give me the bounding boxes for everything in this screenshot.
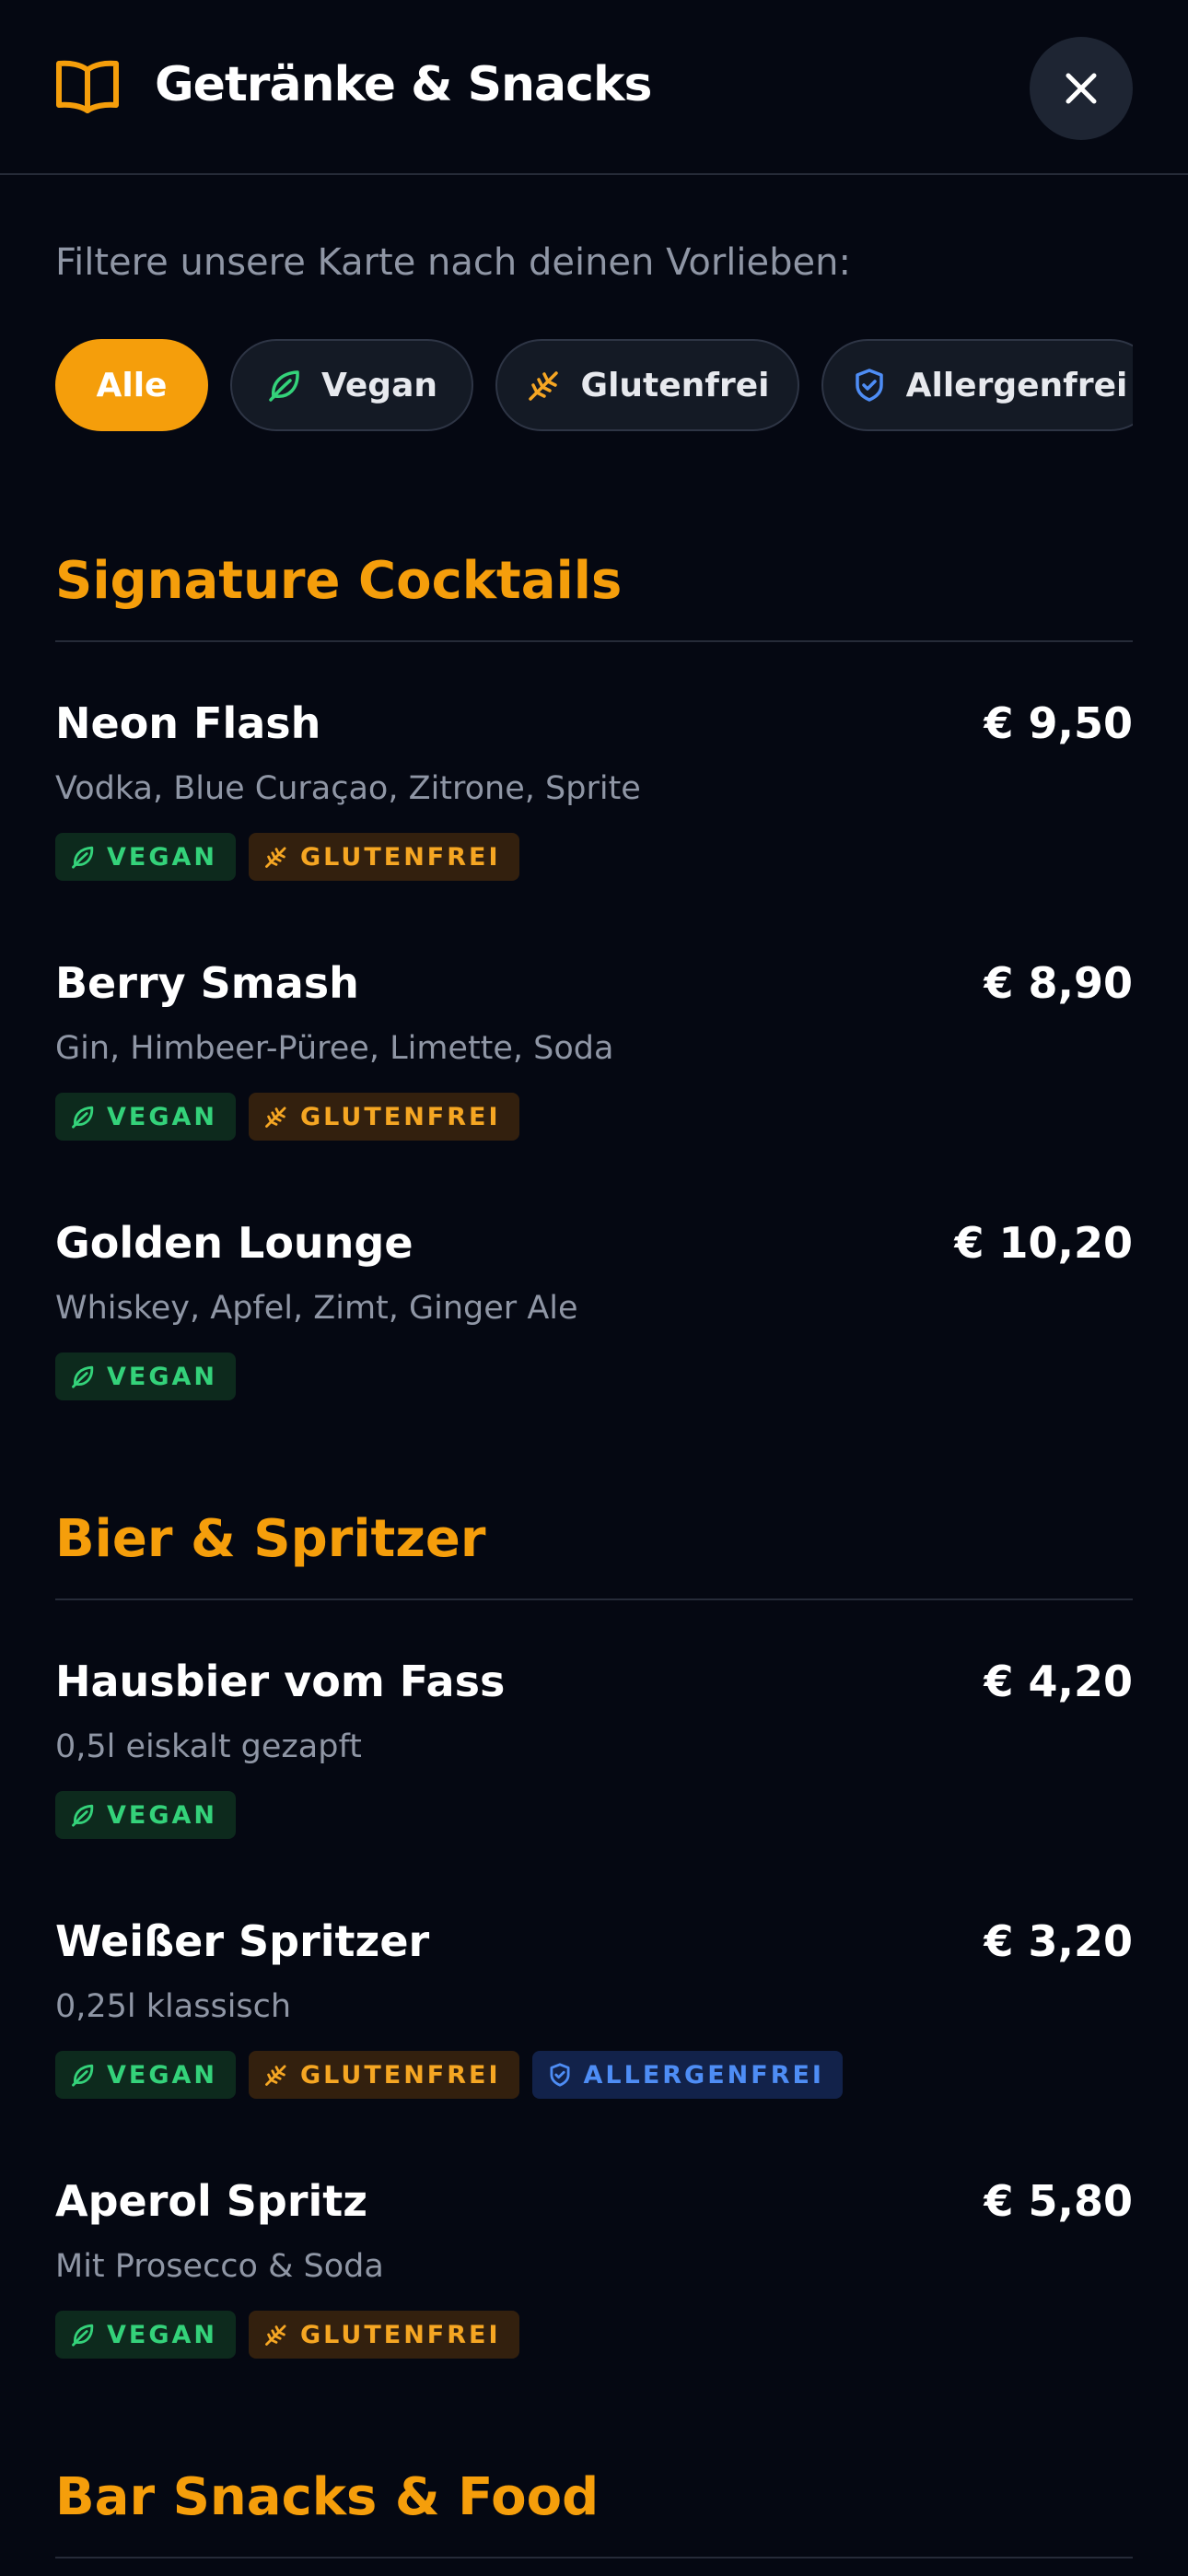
tag-label: GLUTENFREI	[300, 1102, 501, 1131]
item-name: Golden Lounge	[55, 1218, 413, 1268]
item-tags: VEGAN	[55, 1791, 236, 1839]
item-price: € 9,50	[984, 698, 1133, 748]
item-name: Weißer Spritzer	[55, 1916, 430, 1966]
glutenfree-tag: GLUTENFREI	[249, 833, 519, 881]
header: Getränke & Snacks	[0, 0, 1188, 175]
leaf-icon	[72, 846, 94, 869]
tag-label: VEGAN	[107, 2060, 217, 2090]
filter-chip-vegan[interactable]: Vegan	[230, 339, 473, 431]
filter-chip-allergenfrei[interactable]: Allergenfrei	[821, 339, 1133, 431]
wheat-icon	[265, 847, 286, 868]
filter-chips: Alle Vegan Glutenfrei Allergenfrei	[55, 339, 1133, 431]
item-price: € 5,80	[984, 2176, 1133, 2226]
shield-icon	[855, 369, 883, 402]
tag-label: VEGAN	[107, 1362, 217, 1391]
vegan-tag: VEGAN	[55, 833, 236, 881]
section-divider	[55, 2557, 1133, 2558]
leaf-icon	[72, 1106, 94, 1129]
item-description: Mit Prosecco & Soda	[55, 2248, 384, 2285]
item-description: Whiskey, Apfel, Zimt, Ginger Ale	[55, 1290, 578, 1327]
leaf-icon	[269, 370, 299, 402]
wheat-icon	[265, 2324, 286, 2346]
item-name: Neon Flash	[55, 698, 321, 748]
item-tags: VEGAN GLUTENFREI	[55, 833, 519, 881]
leaf-icon	[72, 2064, 94, 2087]
book-open-icon	[56, 60, 119, 113]
item-tags: VEGAN GLUTENFREI	[55, 2311, 519, 2359]
glutenfree-tag: GLUTENFREI	[249, 1093, 519, 1141]
item-description: 0,5l eiskalt gezapft	[55, 1728, 362, 1765]
tag-label: VEGAN	[107, 842, 217, 872]
filter-chip-label: Glutenfrei	[580, 366, 770, 404]
item-price: € 3,20	[984, 1916, 1133, 1966]
filter-intro: Filtere unsere Karte nach deinen Vorlieb…	[55, 241, 851, 284]
item-name: Berry Smash	[55, 958, 359, 1008]
item-description: Gin, Himbeer-Püree, Limette, Soda	[55, 1030, 614, 1067]
item-price: € 8,90	[984, 958, 1133, 1008]
wheat-icon	[265, 2065, 286, 2086]
wheat-icon	[528, 371, 558, 401]
tag-label: GLUTENFREI	[300, 2320, 501, 2349]
item-name: Aperol Spritz	[55, 2176, 368, 2226]
tag-label: ALLERGENFREI	[583, 2060, 824, 2090]
item-tags: VEGAN GLUTENFREI	[55, 1093, 519, 1141]
item-tags: VEGAN	[55, 1352, 236, 1400]
glutenfree-tag: GLUTENFREI	[249, 2051, 519, 2099]
item-description: 0,25l klassisch	[55, 1988, 292, 2025]
tag-label: GLUTENFREI	[300, 2060, 501, 2090]
item-tags: VEGAN GLUTENFREI ALLERGENFREI	[55, 2051, 843, 2099]
allergenfree-tag: ALLERGENFREI	[531, 2051, 843, 2099]
tag-label: VEGAN	[107, 2320, 217, 2349]
vegan-tag: VEGAN	[55, 1093, 236, 1141]
leaf-icon	[72, 1365, 94, 1388]
vegan-tag: VEGAN	[55, 2311, 236, 2359]
filter-chip-glutenfrei[interactable]: Glutenfrei	[495, 339, 799, 431]
tag-label: VEGAN	[107, 1102, 217, 1131]
item-price: € 10,20	[954, 1218, 1133, 1268]
section-title: Signature Cocktails	[55, 551, 623, 611]
filter-chip-alle[interactable]: Alle	[55, 339, 208, 431]
section-title: Bar Snacks & Food	[55, 2467, 600, 2527]
section-divider	[55, 1598, 1133, 1600]
section-divider	[55, 640, 1133, 642]
wheat-icon	[265, 1107, 286, 1128]
item-name: Hausbier vom Fass	[55, 1657, 506, 1706]
item-description: Vodka, Blue Curaçao, Zitrone, Sprite	[55, 770, 641, 807]
tag-label: GLUTENFREI	[300, 842, 501, 872]
vegan-tag: VEGAN	[55, 1352, 236, 1400]
filter-chip-label: Allergenfrei	[905, 366, 1128, 404]
close-button[interactable]	[1030, 37, 1133, 140]
filter-chip-label: Alle	[96, 366, 168, 404]
filter-chip-label: Vegan	[321, 366, 437, 404]
item-price: € 4,20	[984, 1657, 1133, 1706]
leaf-icon	[72, 2324, 94, 2347]
leaf-icon	[72, 1804, 94, 1827]
vegan-tag: VEGAN	[55, 2051, 236, 2099]
page-title: Getränke & Snacks	[155, 57, 652, 112]
vegan-tag: VEGAN	[55, 1791, 236, 1839]
tag-label: VEGAN	[107, 1800, 217, 1830]
glutenfree-tag: GLUTENFREI	[249, 2311, 519, 2359]
section-title: Bier & Spritzer	[55, 1509, 486, 1569]
close-icon	[1066, 73, 1097, 104]
shield-icon	[550, 2063, 570, 2087]
